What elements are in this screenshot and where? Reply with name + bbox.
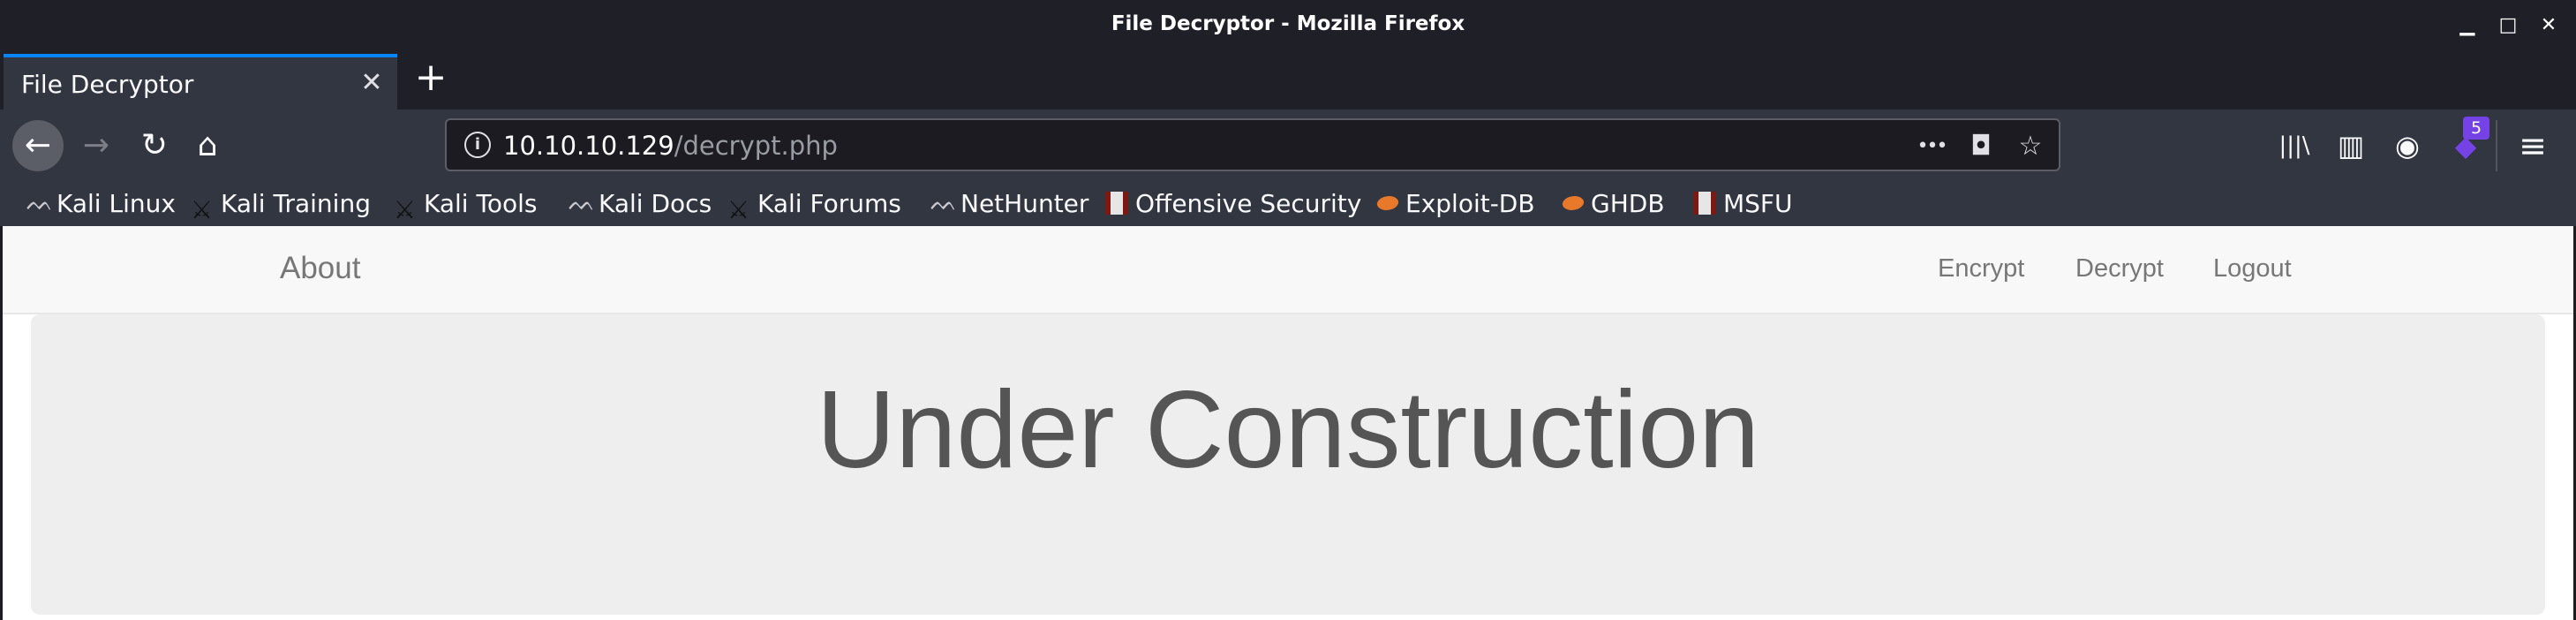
home-button[interactable]: ⌂ (182, 120, 233, 171)
tab-close-icon[interactable]: ✕ (357, 68, 387, 98)
offsec-icon (1105, 192, 1128, 215)
page-heading: Under Construction (816, 369, 1760, 491)
maximize-icon[interactable]: □ (2495, 12, 2521, 39)
url-path: /decrypt.php (674, 131, 838, 161)
tab-title: File Decryptor (21, 70, 194, 99)
kali-dragon-icon: ᨓ (26, 190, 54, 216)
menu-icon[interactable]: ≡ (2512, 125, 2553, 166)
kali-sword-icon: ⚔ (727, 195, 750, 224)
bookmark-label: MSFU (1723, 189, 1793, 218)
url-host: 10.10.10.129 (503, 131, 674, 161)
toolbar-separator (2496, 120, 2497, 171)
url-bar[interactable]: i 10.10.10.129/decrypt.php ••• ◘ ☆ (445, 118, 2060, 171)
bookmark-label: GHDB (1591, 189, 1665, 218)
jumbotron: Under Construction (31, 314, 2545, 615)
bookmark-ghdb[interactable]: GHDB (1560, 185, 1665, 223)
nav-link-logout[interactable]: Logout (2213, 254, 2292, 284)
bookmark-kali-tools[interactable]: ⚔ Kali Tools (394, 185, 538, 224)
bookmarks-bar: ᨓ Kali Linux ⚔ Kali Training ⚔ Kali Tools ᨓ… (0, 182, 2576, 226)
sidebar-icon[interactable]: ▥ (2331, 125, 2371, 166)
bookmark-kali-training[interactable]: ⚔ Kali Training (191, 185, 371, 224)
minimize-icon[interactable]: ▁ (2454, 12, 2481, 39)
bookmark-label: NetHunter (960, 189, 1089, 218)
extension-badge: 5 (2463, 117, 2489, 140)
library-icon[interactable]: |||\ (2274, 125, 2315, 166)
forward-button[interactable]: → (71, 120, 122, 171)
exploit-db-icon (1375, 193, 1401, 214)
nav-link-decrypt[interactable]: Decrypt (2075, 254, 2164, 284)
window-title: File Decryptor - Mozilla Firefox (1111, 12, 1465, 35)
navigation-toolbar: ← → ↻ ⌂ i 10.10.10.129/decrypt.php ••• ◘… (0, 110, 2576, 182)
bookmark-star-icon[interactable]: ☆ (2013, 129, 2048, 164)
account-icon[interactable]: ◉ (2387, 125, 2428, 166)
reload-button[interactable]: ↻ (129, 120, 180, 171)
bookmark-kali-docs[interactable]: ᨓ Kali Docs (569, 185, 712, 223)
tab-strip: File Decryptor ✕ + (0, 51, 2576, 110)
kali-dragon-icon: ᨓ (930, 190, 958, 216)
bookmark-label: Kali Tools (424, 189, 538, 218)
url-text[interactable]: 10.10.10.129/decrypt.php (503, 131, 838, 161)
bookmark-label: Kali Forums (757, 189, 901, 218)
navbar-brand-about[interactable]: About (280, 251, 360, 286)
bookmark-label: Kali Docs (599, 189, 712, 218)
bookmark-kali-forums[interactable]: ⚔ Kali Forums (727, 185, 901, 224)
bookmark-label: Kali Linux (56, 189, 176, 218)
bookmark-label: Kali Training (221, 189, 371, 218)
close-window-icon[interactable]: ✕ (2535, 12, 2562, 39)
bookmark-kali-linux[interactable]: ᨓ Kali Linux (26, 185, 176, 223)
exploit-db-icon (1560, 193, 1586, 214)
msfu-icon (1693, 192, 1716, 215)
bookmark-exploit-db[interactable]: Exploit-DB (1375, 185, 1535, 223)
back-button[interactable]: ← (12, 120, 64, 171)
page-viewport: About Encrypt Decrypt Logout Under Const… (3, 226, 2573, 620)
window-titlebar: File Decryptor - Mozilla Firefox ▁ □ ✕ (0, 0, 2576, 51)
new-tab-button[interactable]: + (411, 58, 450, 97)
kali-sword-icon: ⚔ (394, 195, 417, 224)
kali-dragon-icon: ᨓ (569, 190, 596, 216)
kali-sword-icon: ⚔ (191, 195, 214, 224)
bookmark-msfu[interactable]: MSFU (1693, 185, 1793, 223)
page-actions-icon[interactable]: ••• (1914, 129, 1949, 164)
bookmark-label: Exploit-DB (1405, 189, 1535, 218)
bookmark-offensive-security[interactable]: Offensive Security (1105, 185, 1361, 223)
bookmark-nethunter[interactable]: ᨓ NetHunter (930, 185, 1088, 223)
pocket-icon[interactable]: ◘ (1963, 129, 1999, 164)
tab-file-decryptor[interactable]: File Decryptor ✕ (4, 54, 397, 110)
site-info-icon[interactable]: i (464, 132, 491, 158)
site-navbar: About Encrypt Decrypt Logout (3, 226, 2573, 314)
nav-link-encrypt[interactable]: Encrypt (1938, 254, 2024, 284)
bookmark-label: Offensive Security (1135, 189, 1362, 218)
